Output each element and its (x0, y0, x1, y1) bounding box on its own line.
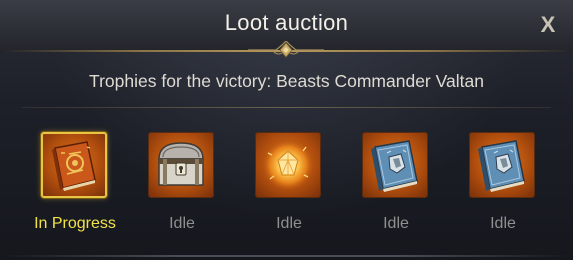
loot-item-slot[interactable] (469, 132, 535, 198)
loot-item[interactable]: Idle (234, 128, 344, 238)
item-status: Idle (276, 215, 302, 232)
blue-engraving-book-icon (371, 140, 418, 192)
blue-engraving-book-icon (478, 140, 525, 192)
loot-item[interactable]: Idle (341, 128, 451, 238)
ornate-book-icon (52, 141, 96, 191)
item-status: Idle (383, 215, 409, 232)
bottom-border (0, 255, 573, 257)
loot-item[interactable]: In Progress (20, 128, 130, 238)
loot-item-slot[interactable] (255, 132, 321, 198)
item-status: Idle (490, 215, 516, 232)
loot-item[interactable]: Idle (448, 128, 558, 238)
close-button[interactable]: X (537, 12, 559, 38)
loot-item-slot[interactable] (41, 132, 107, 198)
window-title: Loot auction (224, 10, 349, 35)
loot-auction-window: Loot auction X Trophies for the victory:… (0, 0, 573, 260)
loot-item-slot[interactable] (362, 132, 428, 198)
glowing-gem-icon (262, 139, 314, 191)
trophies-subtitle: Trophies for the victory: Beasts Command… (89, 71, 484, 91)
item-status: Idle (169, 215, 195, 232)
treasure-chest-icon (158, 142, 204, 186)
loot-item[interactable]: Idle (127, 128, 237, 238)
section-divider (22, 107, 551, 108)
loot-item-slot[interactable] (148, 132, 214, 198)
loot-item-list: In Progress Idle Idle Idle Idle (0, 128, 573, 238)
header-ornament-icon (248, 41, 324, 58)
item-status: In Progress (34, 215, 116, 232)
